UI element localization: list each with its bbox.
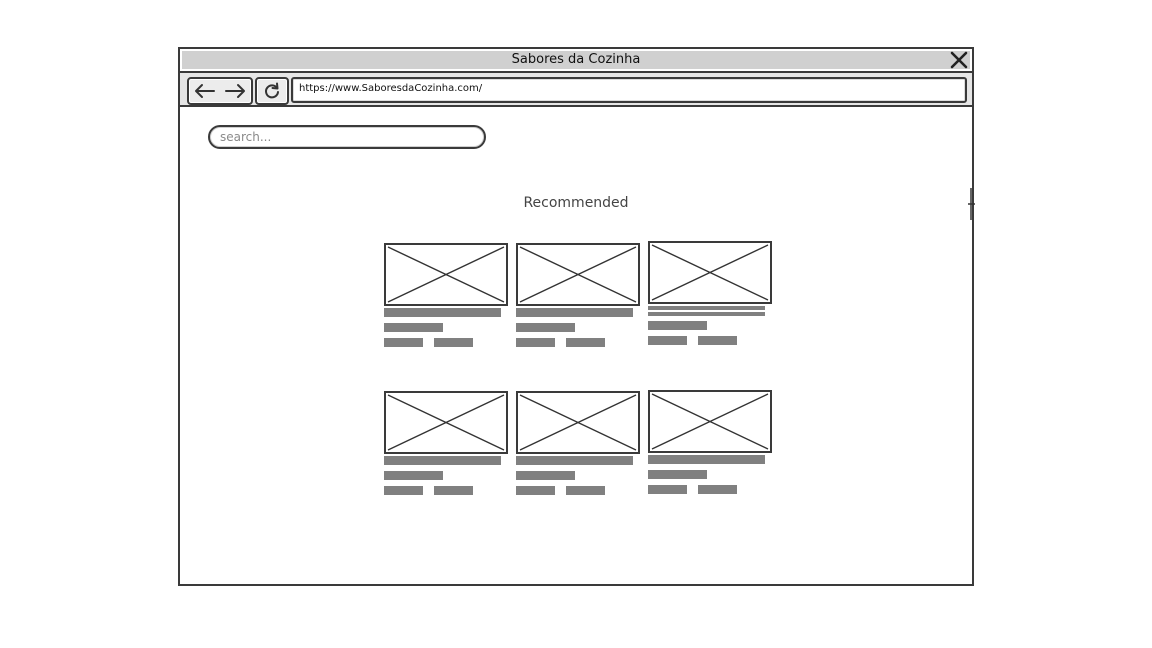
card-meta-placeholder [434, 486, 473, 495]
image-placeholder [648, 241, 772, 304]
address-bar[interactable]: https://www.SaboresdaCozinha.com/ [291, 77, 967, 103]
browser-window: Sabores da Cozinha https://www.Saboresda… [178, 47, 974, 586]
card-title-placeholder [516, 456, 633, 465]
navigation-buttons [187, 77, 253, 105]
card-meta-placeholder [566, 338, 605, 347]
card-meta-placeholder [434, 338, 473, 347]
section-heading: Recommended [523, 195, 629, 211]
card-meta-placeholder [566, 486, 605, 495]
card-subtitle-placeholder [648, 321, 707, 330]
card-meta-placeholder [648, 336, 687, 345]
image-placeholder [384, 243, 508, 306]
close-icon[interactable] [950, 51, 968, 69]
recipe-card[interactable] [648, 241, 772, 351]
image-placeholder [516, 391, 640, 454]
card-meta-placeholder [698, 485, 737, 494]
recipe-card[interactable] [516, 391, 640, 501]
card-subtitle-placeholder [516, 471, 575, 480]
arrow-left-icon [195, 84, 215, 98]
recipe-card[interactable] [384, 391, 508, 501]
card-title-placeholder [648, 312, 765, 316]
card-subtitle-placeholder [516, 323, 575, 332]
search-input[interactable] [210, 127, 484, 147]
recipe-card[interactable] [648, 390, 772, 500]
arrow-right-icon [225, 84, 245, 98]
reload-button[interactable] [255, 77, 289, 105]
card-meta-placeholder [384, 338, 423, 347]
image-placeholder [516, 243, 640, 306]
card-meta-placeholder [384, 486, 423, 495]
card-title-placeholder [648, 306, 765, 310]
resize-handle[interactable] [968, 186, 976, 222]
browser-toolbar: https://www.SaboresdaCozinha.com/ [180, 73, 972, 107]
forward-button[interactable] [220, 79, 251, 103]
card-subtitle-placeholder [648, 470, 707, 479]
url-text: https://www.SaboresdaCozinha.com/ [299, 83, 483, 94]
reload-icon [265, 82, 279, 99]
card-subtitle-placeholder [384, 471, 443, 480]
card-title-placeholder [516, 308, 633, 317]
card-subtitle-placeholder [384, 323, 443, 332]
card-title-placeholder [384, 308, 501, 317]
recipe-card[interactable] [516, 243, 640, 353]
title-bar: Sabores da Cozinha [180, 49, 972, 73]
image-placeholder [384, 391, 508, 454]
search-field[interactable] [208, 125, 486, 149]
card-title-placeholder [648, 455, 765, 464]
card-meta-placeholder [516, 486, 555, 495]
recipe-card[interactable] [384, 243, 508, 353]
card-meta-placeholder [698, 336, 737, 345]
image-placeholder [648, 390, 772, 453]
card-title-placeholder [384, 456, 501, 465]
card-meta-placeholder [516, 338, 555, 347]
window-title: Sabores da Cozinha [511, 52, 641, 67]
back-button[interactable] [189, 79, 220, 103]
card-meta-placeholder [648, 485, 687, 494]
